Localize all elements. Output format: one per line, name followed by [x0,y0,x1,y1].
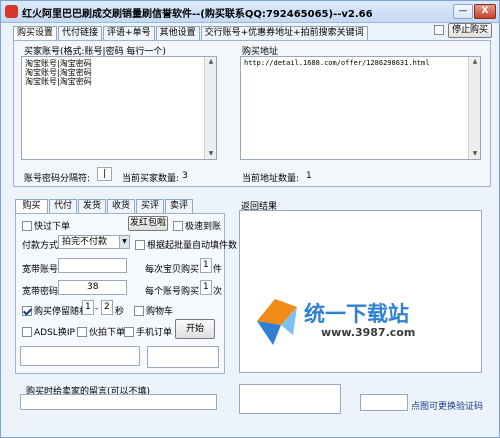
adsl-label: ADSL换IP [34,328,75,338]
bb-account-input[interactable] [58,258,127,273]
buyer-accounts-textarea[interactable]: 淘宝账号|淘宝密码 淘宝账号|淘宝密码 淘宝账号|淘宝密码 [21,56,217,160]
tab-ship[interactable]: 发货 [78,199,106,213]
bb-password-input[interactable]: 38 [58,280,127,295]
stop-purchase-option[interactable] [434,25,446,35]
sub-tab-bar: 购买 代付 发货 收货 买评 卖评 [15,199,194,214]
stop-purchase-checkbox[interactable] [434,25,444,35]
buyer-accounts-scrollbar[interactable]: ▲ ▼ [204,57,216,159]
purchase-address-textarea[interactable]: http://detail.1688.com/offer/1286298631.… [240,56,481,160]
tab-accounts-coupons[interactable]: 交行账号+优惠券地址+拍前搜索关键词 [200,26,368,40]
scroll-down-icon[interactable]: ▼ [206,149,216,159]
fast-reach-label: 极速到账 [185,222,222,232]
auto-fill-label: 根据起批量自动填件数 [147,241,238,251]
stop-purchase-button[interactable]: 停止购买 [448,23,492,38]
adsl-option[interactable]: ADSL换IP [22,325,75,338]
captcha-refresh-link[interactable]: 点图可更换验证码 [411,399,483,412]
per-account-input[interactable]: 1 [200,280,212,295]
scroll-up-icon[interactable]: ▲ [206,57,216,67]
per-account-unit: 次 [213,287,223,297]
app-window: 红火阿里巴巴刷成交刷销量刷信誉软件--(购买联系QQ:792465065)--v… [0,0,500,438]
pay-method-value: 拍完不付款 [62,237,108,247]
stay-to-input[interactable]: 2 [101,300,113,315]
address-scrollbar[interactable]: ▲ ▼ [468,57,480,159]
auto-fill-option[interactable]: 根据起批量自动填件数 [135,238,237,251]
fast-order-checkbox[interactable] [22,220,32,231]
separator-label: 账号密码分隔符: [24,174,91,184]
buyer-count-value: 3 [182,171,188,181]
captcha-display[interactable] [239,384,341,414]
captcha-image[interactable] [147,346,219,368]
tab-receive[interactable]: 收货 [107,199,135,213]
chevron-down-icon[interactable]: ▼ [119,236,129,248]
captcha-input[interactable] [20,346,140,366]
cart-label: 购物车 [146,307,174,317]
captcha-code-input[interactable] [360,394,408,411]
minimize-button[interactable]: — [453,4,473,19]
mobile-order-option[interactable]: 手机订单 [124,325,172,338]
title-bar: 红火阿里巴巴刷成交刷销量刷信誉软件--(购买联系QQ:792465065)--v… [1,1,499,23]
tab-buyer-review[interactable]: 买评 [136,199,164,213]
fast-order-label: 快过下单 [34,222,71,232]
tab-seller-review[interactable]: 卖评 [165,199,193,213]
main-tab-bar: 购买设置 代付链接 评语+单号 其他设置 交行账号+优惠券地址+拍前搜索关键词 [13,26,369,41]
pay-method-select[interactable]: 拍完不付款 ▼ [58,235,130,249]
tab-other-settings[interactable]: 其他设置 [155,26,200,40]
fast-order-option[interactable]: 快过下单 [22,219,70,232]
bb-password-value: 38 [87,282,99,292]
tab-reviews[interactable]: 评语+单号 [103,26,155,40]
logo-brand: 统一下载站 [304,302,409,326]
stay-random-label: 购买停留随机 [34,307,89,317]
mobile-order-label: 手机订单 [136,328,173,338]
cart-checkbox[interactable] [134,305,144,316]
stay-unit: 秒 [115,307,125,317]
tab-buy[interactable]: 购买 [15,199,48,214]
tab-proxy-pay[interactable]: 代付 [49,199,77,213]
stay-from-input[interactable]: 1 [82,300,94,315]
app-icon [5,5,18,18]
address-count-value: 1 [306,171,312,181]
fast-reach-checkbox[interactable] [173,220,183,231]
auto-fill-checkbox[interactable] [135,239,145,250]
stay-random-option[interactable]: 购买停留随机 [22,304,88,317]
red-packet-button[interactable]: 发红包啦 [128,216,168,231]
fast-reach-option[interactable]: 极速到账 [173,219,221,232]
scroll-up-icon[interactable]: ▲ [470,57,480,67]
watermark-logo: 统一下载站 www.3987.com [251,291,451,351]
mobile-order-checkbox[interactable] [124,326,134,337]
per-account-label: 每个账号购买 [145,287,200,297]
tab-purchase-settings[interactable]: 购买设置 [13,26,58,41]
per-item-unit: 件 [213,265,223,275]
bb-account-label: 宽带账号 [22,265,59,275]
window-title: 红火阿里巴巴刷成交刷销量刷信誉软件--(购买联系QQ:792465065)--v… [22,9,373,20]
per-item-input[interactable]: 1 [200,258,212,273]
buyer-count-label: 当前买家数量: [122,174,180,184]
fake-order-option[interactable]: 伙拍下单 [77,325,125,338]
separator-input[interactable]: | [97,167,112,181]
logo-url: www.3987.com [321,326,416,339]
message-input[interactable] [20,394,217,410]
cart-option[interactable]: 购物车 [134,304,173,317]
stay-random-checkbox[interactable] [22,305,32,316]
tab-pay-links[interactable]: 代付链接 [58,26,103,40]
pay-method-label: 付款方式: [22,241,62,251]
logo-icon [257,299,297,345]
fake-order-label: 伙拍下单 [89,328,126,338]
fake-order-checkbox[interactable] [77,326,87,337]
per-item-label: 每次宝贝购买 [145,265,200,275]
start-button[interactable]: 开始 [175,319,215,339]
stay-separator: - [95,304,99,314]
bb-password-label: 宽带密码 [22,287,59,297]
scroll-down-icon[interactable]: ▼ [470,149,480,159]
address-count-label: 当前地址数量: [242,174,300,184]
close-button[interactable]: X [474,4,496,19]
adsl-checkbox[interactable] [22,326,32,337]
